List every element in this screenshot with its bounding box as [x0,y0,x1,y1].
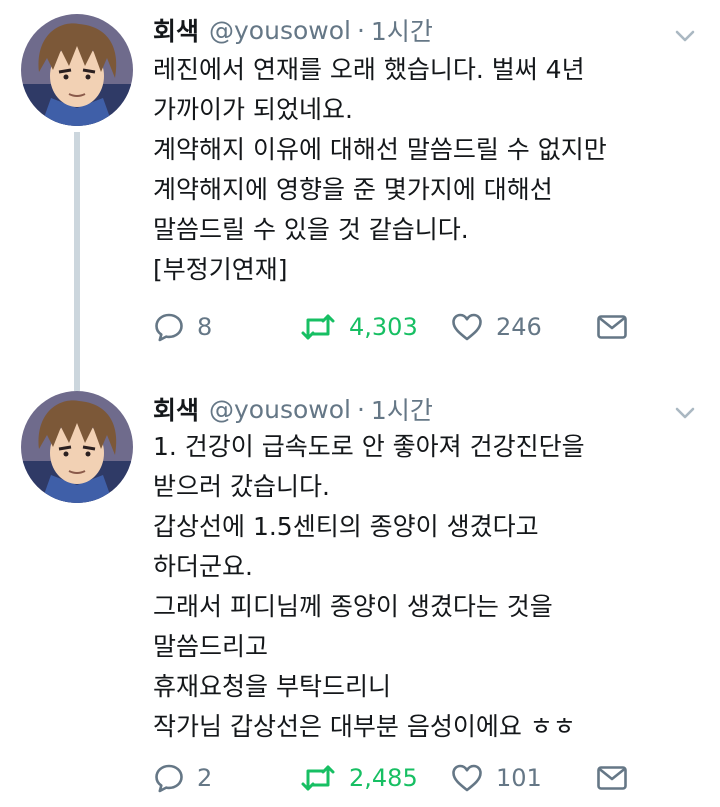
timestamp[interactable]: 1시간 [371,12,433,48]
tweet-text-line: 계약해지 이유에 대해선 말씀드릴 수 없지만 [153,135,607,164]
tweet-text-line: 1. 건강이 급속도로 안 좋아져 건강진단을 [153,432,585,461]
tweet-text: 레진에서 연재를 오래 했습니다. 벌써 4년 가까이가 되었네요. 계약해지 … [153,50,713,290]
chevron-down-icon[interactable] [670,20,700,50]
tweet-text-line: 휴재요청을 부탁드리니 [153,672,391,701]
tweet-text-line: 작가님 갑상선은 대부분 음성이에요 ㅎㅎ [153,712,576,741]
retweet-icon [299,762,337,794]
reply-count: 8 [197,313,213,341]
timestamp[interactable]: 1시간 [371,391,433,427]
like-button[interactable]: 246 [450,307,542,347]
reply-button[interactable]: 8 [153,307,212,347]
user-handle[interactable]: @yousowol [209,16,351,45]
tweet-text-line: 받으러 갔습니다. [153,472,330,501]
user-handle[interactable]: @yousowol [209,395,351,424]
retweet-count: 4,303 [349,313,418,341]
tweet-actions: 2 2,485 101 [153,758,673,798]
like-count: 101 [496,764,542,792]
avatar[interactable] [21,14,133,126]
header-separator: · [356,394,365,424]
reply-count: 2 [197,764,213,792]
envelope-icon [596,313,628,341]
display-name[interactable]: 회색 [153,12,199,48]
tweet[interactable]: 회색 @yousowol · 1시간 레진에서 연재를 오래 했습니다. 벌써 … [0,0,720,385]
retweet-count: 2,485 [349,764,418,792]
tweet-header: 회색 @yousowol · 1시간 [153,389,433,429]
tweet-text-line: 계약해지에 영향을 준 몇가지에 대해선 [153,175,553,204]
tweet-text: 1. 건강이 급속도로 안 좋아져 건강진단을 받으러 갔습니다. 갑상선에 1… [153,427,713,747]
thread-line [74,132,80,385]
chevron-down-icon[interactable] [670,397,700,427]
tweet-text-line: 말씀드릴 수 있을 것 같습니다. [153,215,469,244]
header-separator: · [356,15,365,45]
tweet-text-line: 말씀드리고 [153,632,269,661]
heart-icon [450,762,484,794]
direct-message-button[interactable] [596,758,628,798]
tweet-text-line: [부정기연재] [153,255,288,284]
tweet-text-line: 레진에서 연재를 오래 했습니다. 벌써 4년 [153,55,585,84]
tweet-header: 회색 @yousowol · 1시간 [153,10,433,50]
reply-icon [153,311,185,343]
reply-button[interactable]: 2 [153,758,212,798]
direct-message-button[interactable] [596,307,628,347]
retweet-button[interactable]: 2,485 [299,758,418,798]
envelope-icon [596,764,628,792]
retweet-button[interactable]: 4,303 [299,307,418,347]
reply-icon [153,762,185,794]
like-count: 246 [496,313,542,341]
heart-icon [450,311,484,343]
tweet-text-line: 가까이가 되었네요. [153,95,353,124]
tweet-text-line: 그래서 피디님께 종양이 생겼다는 것을 [153,592,553,621]
retweet-icon [299,311,337,343]
tweet-actions: 8 4,303 246 [153,307,673,347]
tweet-text-line: 하더군요. [153,552,253,581]
tweet[interactable]: 회색 @yousowol · 1시간 1. 건강이 급속도로 안 좋아져 건강진… [0,385,720,807]
avatar[interactable] [21,391,133,503]
display-name[interactable]: 회색 [153,391,199,427]
like-button[interactable]: 101 [450,758,542,798]
tweet-text-line: 갑상선에 1.5센티의 종양이 생겼다고 [153,512,539,541]
